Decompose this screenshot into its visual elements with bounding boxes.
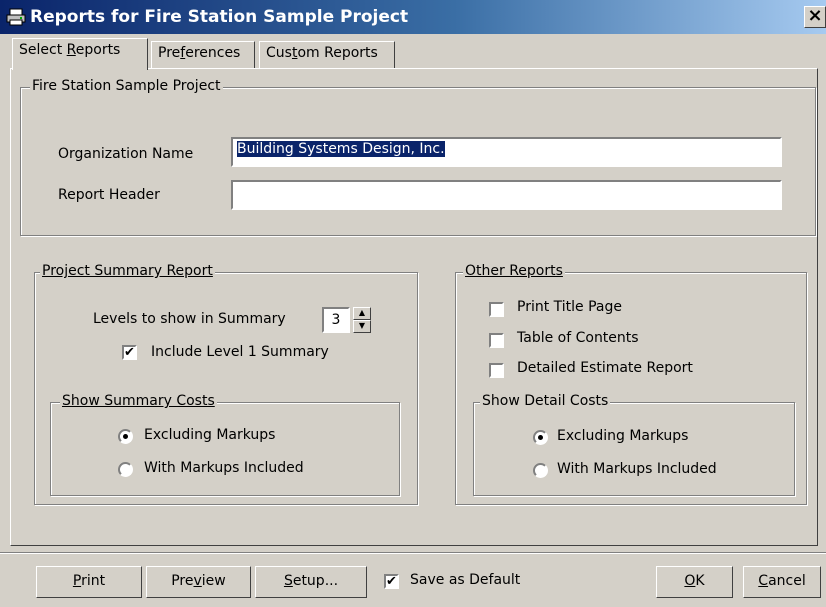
organization-name-label: Organization Name xyxy=(58,146,194,162)
summary-with-radio[interactable] xyxy=(118,462,133,477)
detailed-estimate-checkbox[interactable] xyxy=(489,363,504,378)
window-title: Reports for Fire Station Sample Project xyxy=(30,7,409,27)
cancel-button[interactable]: Cancel xyxy=(743,566,821,598)
report-header-label: Report Header xyxy=(58,187,160,203)
summary-legend: Project Summary Report xyxy=(40,263,215,279)
levels-label: Levels to show in Summary xyxy=(93,311,286,327)
include-level1-label: Include Level 1 Summary xyxy=(151,344,329,360)
detail-excluding-label: Excluding Markups xyxy=(557,428,689,444)
detail-costs-group xyxy=(473,402,795,496)
detail-with-label: With Markups Included xyxy=(557,461,717,477)
tab-custom-reports[interactable]: Custom Reports xyxy=(259,41,395,68)
save-default-label: Save as Default xyxy=(410,572,521,588)
detail-with-radio[interactable] xyxy=(533,463,548,478)
print-button[interactable]: Print xyxy=(36,566,142,598)
save-default-checkbox[interactable]: ✔ xyxy=(384,574,399,589)
levels-spinbox[interactable]: 3 xyxy=(322,307,350,333)
printer-icon xyxy=(6,8,26,26)
toc-checkbox[interactable] xyxy=(489,333,504,348)
tab-preferences[interactable]: Preferences xyxy=(151,41,255,68)
title-page-label: Print Title Page xyxy=(517,299,622,315)
close-button[interactable]: × xyxy=(804,6,826,28)
preview-button[interactable]: Preview xyxy=(146,566,251,598)
organization-name-field[interactable]: Building Systems Design, Inc. xyxy=(231,137,782,167)
include-level1-checkbox[interactable]: ✔ xyxy=(122,345,137,360)
detail-costs-legend: Show Detail Costs xyxy=(480,393,611,409)
summary-with-label: With Markups Included xyxy=(144,460,304,476)
summary-costs-group xyxy=(50,402,400,496)
title-page-checkbox[interactable] xyxy=(489,302,504,317)
title-bar: Reports for Fire Station Sample Project … xyxy=(0,0,826,34)
footer-separator xyxy=(0,552,826,554)
other-legend: Other Reports xyxy=(463,263,565,279)
summary-excluding-radio[interactable] xyxy=(118,429,133,444)
ok-button[interactable]: OK xyxy=(656,566,733,598)
spin-down-button[interactable]: ▼ xyxy=(353,320,371,333)
detailed-estimate-label: Detailed Estimate Report xyxy=(517,360,693,376)
detail-excluding-radio[interactable] xyxy=(533,430,548,445)
tab-select-reports[interactable]: Select Reports xyxy=(12,38,148,70)
project-legend: Fire Station Sample Project xyxy=(30,78,223,94)
setup-button[interactable]: Setup... xyxy=(255,566,367,598)
summary-costs-legend: Show Summary Costs xyxy=(60,393,217,409)
toc-label: Table of Contents xyxy=(517,330,639,346)
spin-up-button[interactable]: ▲ xyxy=(353,307,371,320)
report-header-field[interactable] xyxy=(231,180,782,210)
summary-excluding-label: Excluding Markups xyxy=(144,427,276,443)
